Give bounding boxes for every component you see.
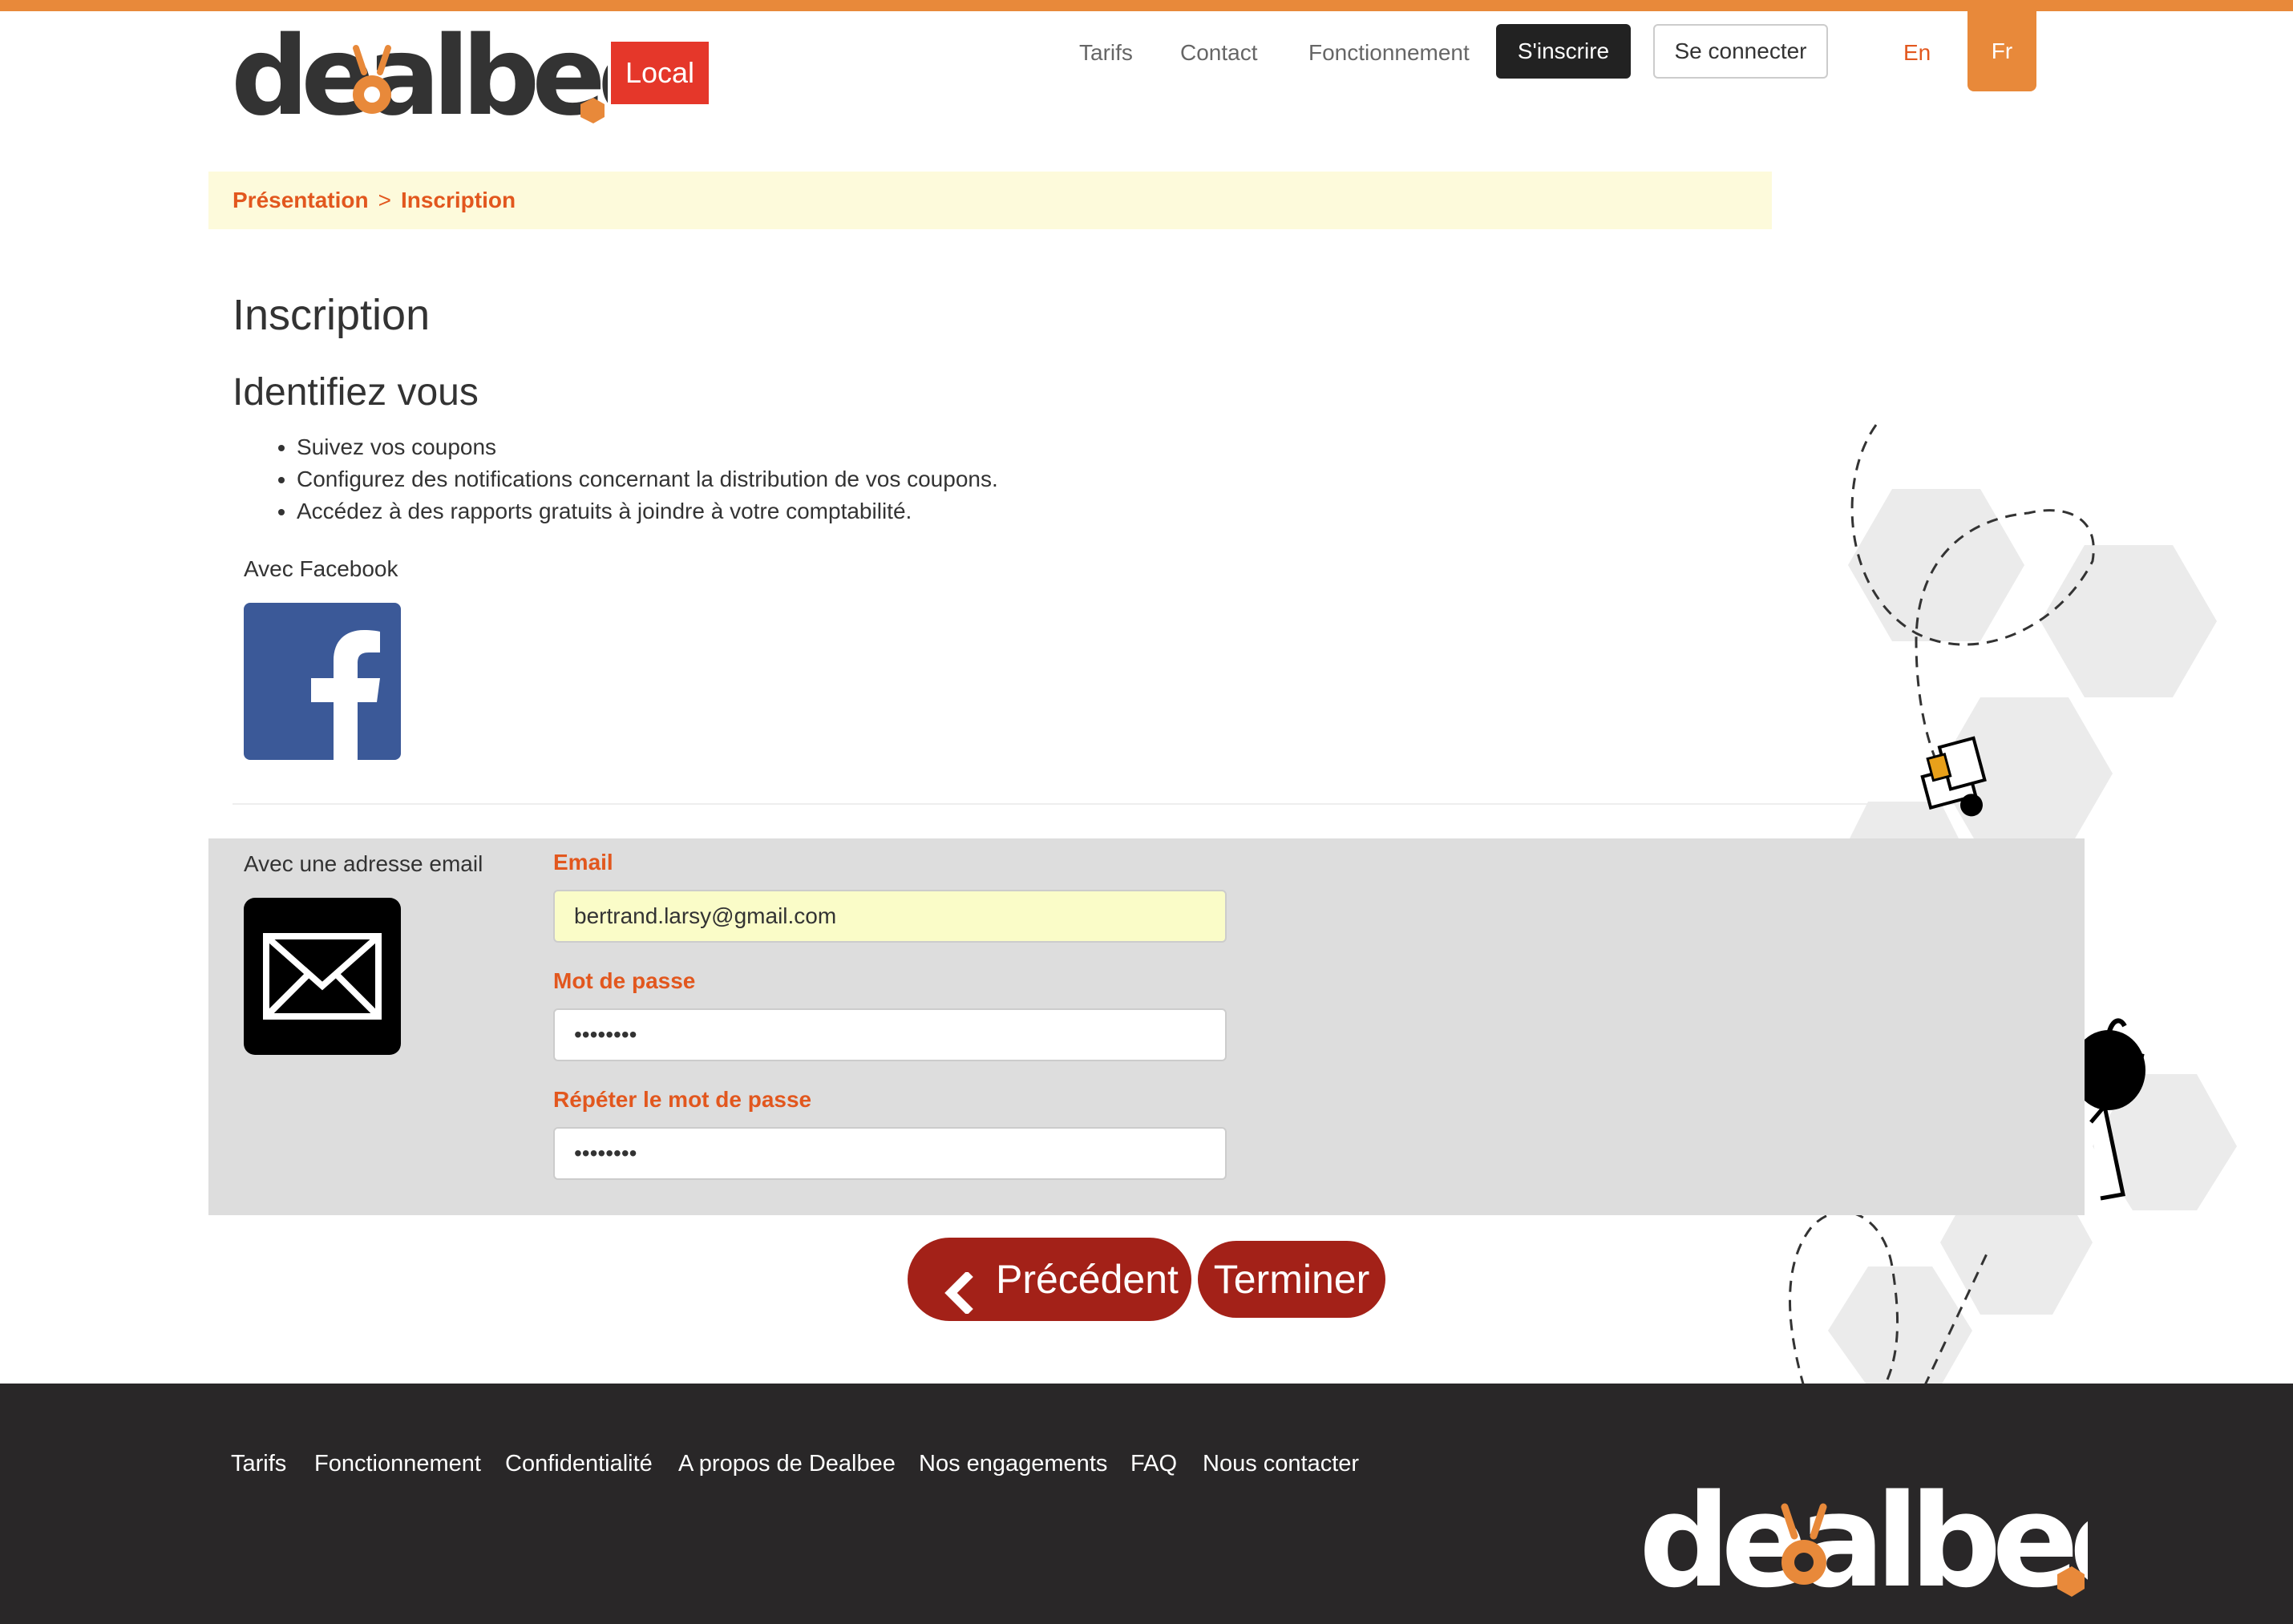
email-method-label: Avec une adresse email [244,851,483,876]
language-fr-link[interactable]: Fr [1967,11,2036,91]
section-title: Identifiez vous [233,371,479,414]
facebook-icon[interactable] [244,603,401,760]
nav-link-tarifs[interactable]: Tarifs [1079,37,1133,69]
footer-logo-text: dealbee [1639,1486,2088,1598]
signup-button[interactable]: S'inscrire [1496,24,1631,79]
envelope-icon [244,898,401,1055]
password-field[interactable] [553,1008,1227,1061]
footer-link-faq[interactable]: FAQ [1130,1432,1177,1496]
footer-link-engagements[interactable]: Nos engagements [919,1432,1107,1496]
footer-link-tarifs[interactable]: Tarifs [231,1432,286,1496]
email-field-label: Email [553,850,613,875]
previous-button[interactable]: Précédent [908,1238,1191,1321]
password-repeat-field[interactable] [553,1127,1227,1180]
logo-text: dealbee [231,30,608,127]
breadcrumb-separator: > [378,188,391,212]
nav-link-fonctionnement[interactable]: Fonctionnement [1308,37,1470,69]
list-item: Suivez vos coupons [297,431,998,463]
page-title: Inscription [233,291,431,339]
dealbee-logo[interactable]: dealbee [231,14,675,140]
footer-link-a-propos[interactable]: A propos de Dealbee [678,1432,896,1496]
language-en-link[interactable]: En [1903,37,1931,69]
previous-button-label: Précédent [996,1257,1179,1302]
password-repeat-field-label: Répéter le mot de passe [553,1087,812,1112]
footer-link-contact[interactable]: Nous contacter [1203,1432,1359,1496]
facebook-label: Avec Facebook [244,556,398,581]
finish-button[interactable]: Terminer [1198,1241,1385,1318]
local-badge: Local [611,42,709,104]
login-button[interactable]: Se connecter [1653,24,1828,79]
benefits-list: Suivez vos coupons Configurez des notifi… [265,431,998,527]
email-signup-panel: Avec une adresse email Email Mot de pass… [208,838,2085,1215]
footer-link-confidentialite[interactable]: Confidentialité [505,1432,653,1496]
list-item: Accédez à des rapports gratuits à joindr… [297,495,998,527]
footer-dealbee-logo[interactable]: dealbee [1639,1466,2160,1616]
top-accent-bar [0,0,2293,11]
breadcrumb: Présentation > Inscription [208,172,1772,229]
footer-link-fonctionnement[interactable]: Fonctionnement [314,1432,481,1496]
password-field-label: Mot de passe [553,968,696,993]
breadcrumb-item-inscription[interactable]: Inscription [401,188,516,212]
list-item: Configurez des notifications concernant … [297,463,998,495]
breadcrumb-item-presentation[interactable]: Présentation [233,188,369,212]
nav-link-contact[interactable]: Contact [1180,37,1258,69]
chevron-left-icon [938,1258,980,1315]
email-field[interactable] [553,890,1227,943]
footer: Tarifs Fonctionnement Confidentialité A … [0,1384,2293,1624]
